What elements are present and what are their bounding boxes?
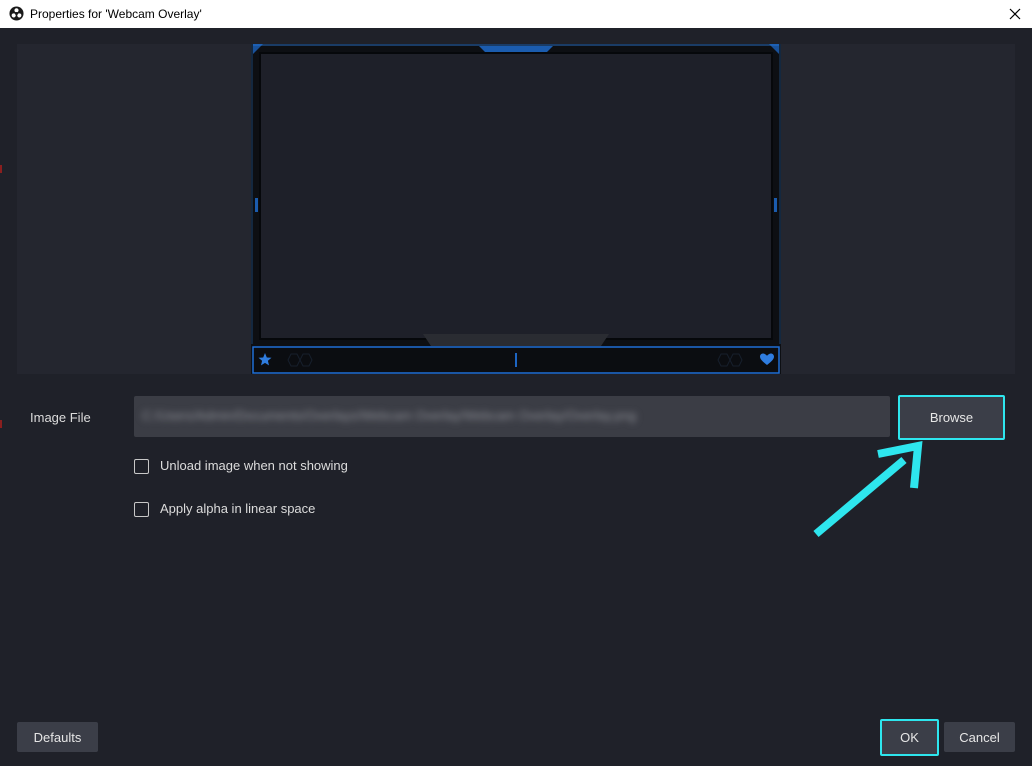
window-title: Properties for 'Webcam Overlay'	[30, 7, 202, 21]
arrow-icon	[813, 441, 923, 538]
apply-alpha-label: Apply alpha in linear space	[160, 501, 316, 516]
image-file-path-text: C:/Users/Admin/Documents/Overlays/Webcam…	[142, 408, 637, 423]
title-bar: Properties for 'Webcam Overlay'	[0, 0, 1032, 28]
cancel-button[interactable]: Cancel	[944, 722, 1015, 752]
apply-alpha-checkbox-row[interactable]: Apply alpha in linear space	[134, 501, 315, 517]
unload-image-checkbox-row[interactable]: Unload image when not showing	[134, 458, 348, 474]
webcam-overlay-image	[251, 44, 781, 374]
edge-mark	[0, 165, 2, 173]
close-button[interactable]	[998, 0, 1032, 28]
source-preview	[17, 44, 1015, 374]
unload-image-label: Unload image when not showing	[160, 458, 348, 473]
unload-image-checkbox[interactable]	[134, 458, 149, 474]
apply-alpha-checkbox[interactable]	[134, 501, 149, 517]
browse-button[interactable]: Browse	[898, 395, 1005, 440]
ok-button[interactable]: OK	[880, 719, 939, 756]
image-file-path-field[interactable]: C:/Users/Admin/Documents/Overlays/Webcam…	[134, 396, 890, 437]
properties-dialog: Properties for 'Webcam Overlay' Image Fi…	[0, 0, 1032, 766]
obs-logo-icon	[9, 6, 24, 21]
defaults-button[interactable]: Defaults	[17, 722, 98, 752]
close-icon	[1009, 8, 1021, 20]
image-file-label: Image File	[30, 410, 91, 425]
edge-mark	[0, 420, 2, 428]
